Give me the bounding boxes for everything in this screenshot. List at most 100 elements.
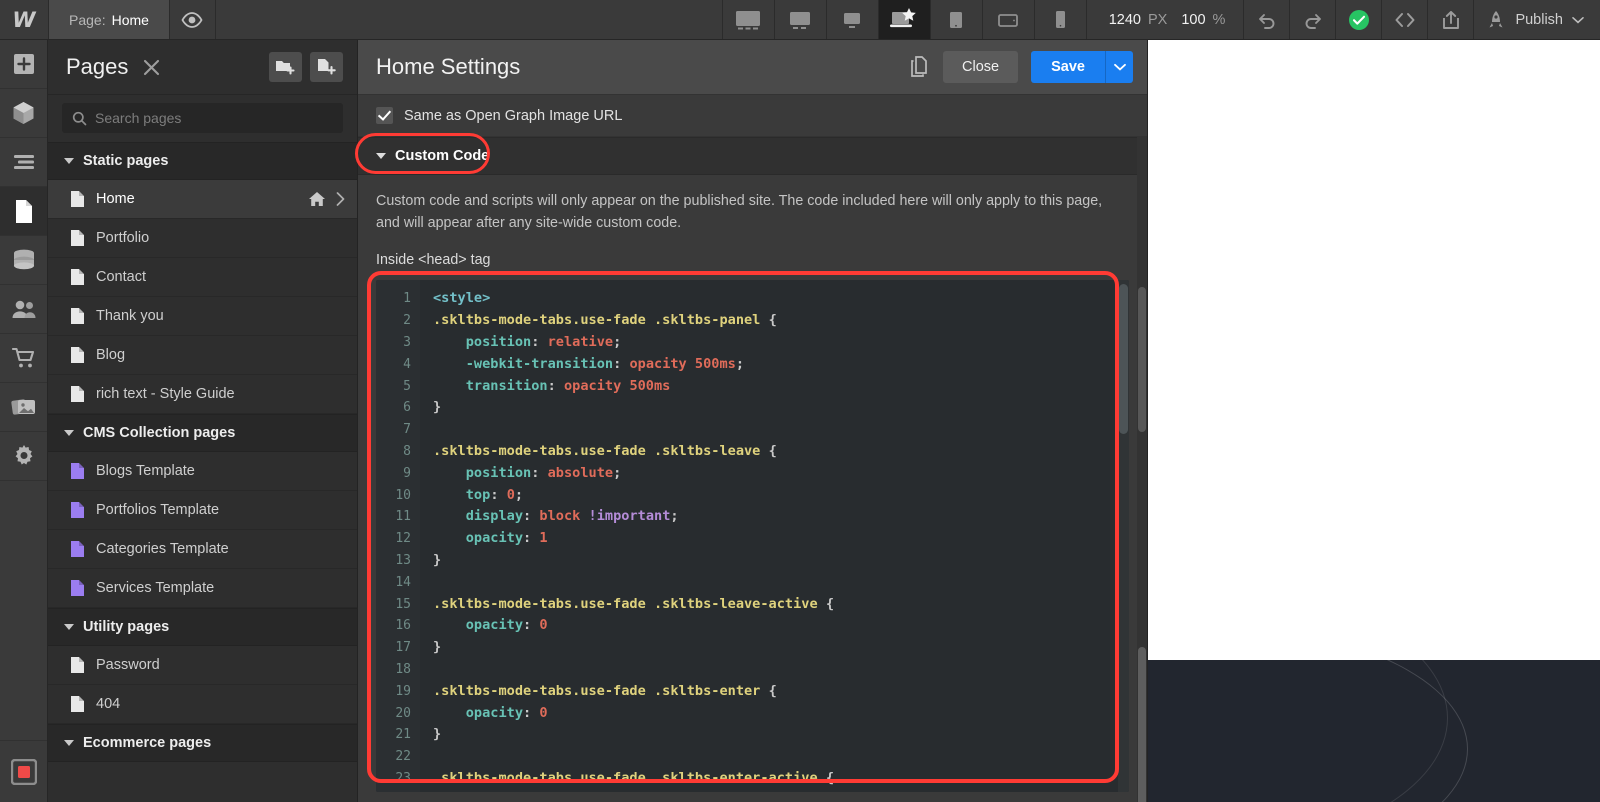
rail-bottom-indicator[interactable] <box>0 740 47 802</box>
cms-page-icon <box>70 540 85 558</box>
code-token: : <box>490 486 507 503</box>
page-list-item[interactable]: Blog <box>48 336 357 375</box>
head-code-editor[interactable]: 1 2 3 4 5 6 7 8 9 10 11 12 13 14 15 16 17 18 19 20 21 22 23 <s… <box>376 280 1129 793</box>
page-icon <box>70 307 85 325</box>
sidebar-settings[interactable] <box>0 432 47 481</box>
page-list-item[interactable]: 404 <box>48 685 357 724</box>
pages-panel: Pages Search pages Static pages Home Por… <box>48 40 358 802</box>
device-desktop-lg[interactable] <box>773 0 826 39</box>
pages-group-header[interactable]: Utility pages <box>48 608 357 646</box>
preview-toggle[interactable] <box>170 0 216 39</box>
pages-group-header[interactable]: Ecommerce pages <box>48 724 357 762</box>
duplicate-pages-icon[interactable] <box>910 56 930 78</box>
left-icon-rail <box>0 40 48 802</box>
code-line-number: 8 <box>403 444 411 460</box>
code-line: position: absolute; <box>433 463 1129 485</box>
pages-group-header[interactable]: Static pages <box>48 142 357 180</box>
page-title: Home Settings <box>376 54 521 79</box>
sidebar-components[interactable] <box>0 89 47 138</box>
chevron-right-icon[interactable] <box>336 192 345 206</box>
close-x-icon[interactable] <box>142 58 161 77</box>
home-icon[interactable] <box>308 191 326 207</box>
page-list-item-label: Blogs Template <box>96 463 195 479</box>
page-list-item[interactable]: Blogs Template <box>48 452 357 491</box>
code-token: .skltbs-mode-tabs.use-fade .skltbs-leave… <box>433 595 826 612</box>
code-token: opacity 500ms <box>563 377 671 394</box>
editor-scrollbar-track[interactable] <box>1118 280 1129 793</box>
device-desktop-md[interactable] <box>825 0 878 39</box>
search-input[interactable] <box>95 110 333 126</box>
settings-scrollbar-thumb[interactable] <box>1138 647 1146 802</box>
save-dropdown-button[interactable] <box>1105 51 1133 83</box>
code-text-area[interactable]: <style> .skltbs-mode-tabs.use-fade .skltb… <box>420 280 1129 792</box>
webflow-logo[interactable]: W <box>0 0 48 39</box>
device-mobile-portrait[interactable] <box>1033 0 1086 39</box>
page-list-item[interactable]: Home <box>48 180 357 219</box>
code-token: relative <box>547 334 614 351</box>
page-list-item-label: Portfolio <box>96 230 150 246</box>
search-box[interactable] <box>62 103 343 133</box>
sidebar-cms[interactable] <box>0 236 47 285</box>
code-line: display: block !important; <box>433 506 1129 528</box>
page-list-item[interactable]: Portfolios Template <box>48 491 357 530</box>
code-token: .skltbs-mode-tabs.use-fade .skltbs-leave <box>433 443 769 460</box>
custom-code-section-header[interactable]: Custom Code <box>358 137 1147 175</box>
page-list-item[interactable]: Services Template <box>48 569 357 608</box>
canvas-size-zoom[interactable]: 1240 PX 100 % <box>1085 0 1244 39</box>
same-as-og-image-row[interactable]: Same as Open Graph Image URL <box>358 95 1147 137</box>
canvas-width-value: 1240 <box>1108 11 1141 28</box>
code-line-number: 19 <box>395 683 411 699</box>
new-folder-button[interactable] <box>269 52 302 82</box>
sidebar-add[interactable] <box>0 40 47 89</box>
publish-button[interactable]: Publish <box>1473 0 1600 39</box>
settings-scrollbar-track[interactable] <box>1137 137 1147 802</box>
settings-header-actions: Close Save <box>910 51 1133 83</box>
page-list-item[interactable]: Password <box>48 646 357 685</box>
caret-down-icon <box>64 158 74 164</box>
device-desktop-xl[interactable] <box>721 0 774 39</box>
code-token: : <box>523 617 540 634</box>
code-line: .skltbs-mode-tabs.use-fade .skltbs-panel… <box>433 310 1129 332</box>
code-line: .skltbs-mode-tabs.use-fade .skltbs-leave… <box>433 594 1129 616</box>
code-token: 0 <box>506 486 515 503</box>
users-icon <box>11 299 37 319</box>
new-page-button[interactable] <box>310 52 343 82</box>
page-list-item[interactable]: Categories Template <box>48 530 357 569</box>
same-as-og-image-checkbox[interactable] <box>376 107 393 124</box>
device-mobile-landscape[interactable] <box>981 0 1034 39</box>
settings-scrollbar-thumb-upper[interactable] <box>1138 287 1146 432</box>
device-base[interactable] <box>877 0 930 39</box>
sidebar-pages[interactable] <box>0 187 47 236</box>
cms-page-icon <box>70 579 85 597</box>
sidebar-navigator[interactable] <box>0 138 47 187</box>
device-tablet[interactable] <box>929 0 982 39</box>
page-list-item[interactable]: Contact <box>48 258 357 297</box>
design-canvas[interactable] <box>1148 40 1600 802</box>
undo-button[interactable] <box>1243 0 1289 39</box>
page-list-item-label: Portfolios Template <box>96 502 220 518</box>
custom-code-button[interactable] <box>1381 0 1427 39</box>
code-line-number: 17 <box>395 640 411 656</box>
page-list-item[interactable]: rich text - Style Guide <box>48 375 357 414</box>
code-token: opacity <box>465 617 524 634</box>
preview-eye-icon <box>181 11 203 28</box>
code-line-number: 15 <box>395 596 411 612</box>
sidebar-ecommerce[interactable] <box>0 334 47 383</box>
page-list-item[interactable]: Thank you <box>48 297 357 336</box>
toolbar-right-actions: Publish <box>1243 0 1600 39</box>
close-button[interactable]: Close <box>943 51 1019 83</box>
redo-button[interactable] <box>1289 0 1335 39</box>
page-list-item[interactable]: Portfolio <box>48 219 357 258</box>
code-token: -webkit-transition <box>465 355 614 372</box>
sidebar-assets[interactable] <box>0 383 47 432</box>
current-page-indicator[interactable]: Page: Home <box>48 0 170 39</box>
editor-scrollbar-thumb[interactable] <box>1119 284 1128 435</box>
head-tag-field-label: Inside <head> tag <box>376 252 491 269</box>
pages-group-header[interactable]: CMS Collection pages <box>48 414 357 452</box>
sidebar-users[interactable] <box>0 285 47 334</box>
save-status-button[interactable] <box>1335 0 1381 39</box>
code-token: <style> <box>433 290 491 307</box>
save-button[interactable]: Save <box>1031 51 1105 83</box>
export-button[interactable] <box>1427 0 1473 39</box>
